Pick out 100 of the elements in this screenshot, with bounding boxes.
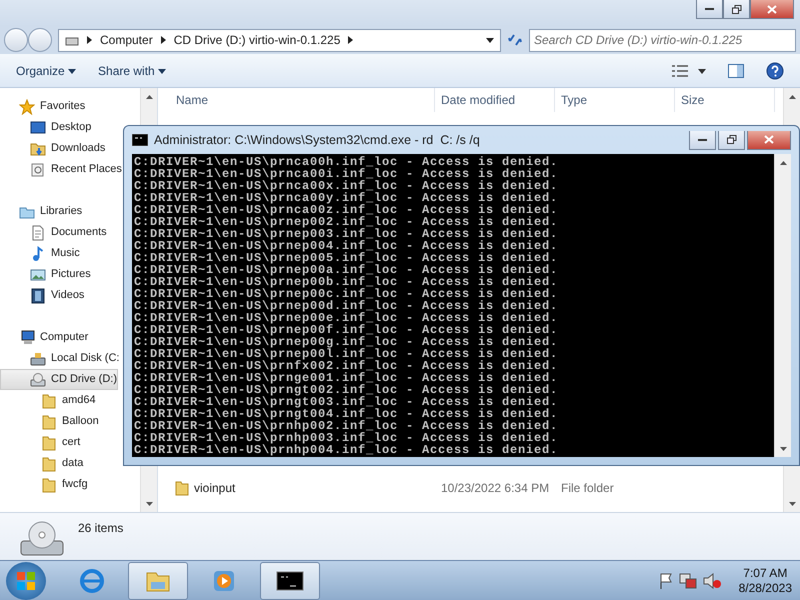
- chevron-icon: [348, 36, 354, 44]
- folder-icon: [41, 456, 57, 472]
- navigation-item[interactable]: Pictures: [0, 264, 92, 285]
- navigation-item[interactable]: Music: [0, 243, 81, 264]
- minimize-button[interactable]: [696, 0, 723, 19]
- close-button[interactable]: [747, 130, 791, 150]
- caret-icon: [698, 68, 706, 74]
- console-line: C:DRIVER~1\en-US\prngt004.inf_loc - Access is denied.: [134, 408, 558, 420]
- console-line: C:DRIVER~1\en-US\prnep00l.inf_loc - Access is denied.: [134, 348, 558, 360]
- navigation-item[interactable]: Favorites: [0, 96, 86, 117]
- minimize-button[interactable]: [689, 130, 716, 150]
- navigation-item[interactable]: Recent Places: [0, 159, 123, 180]
- document-icon: [30, 224, 46, 240]
- breadcrumb[interactable]: Computer: [100, 31, 153, 49]
- console-line: C:DRIVER~1\en-US\prnep005.inf_loc - Access is denied.: [134, 252, 558, 264]
- breadcrumb[interactable]: CD Drive (D:) virtio-win-0.1.225: [174, 31, 340, 49]
- file-name[interactable]: vioinput: [194, 478, 236, 496]
- navigation-item[interactable]: amd64: [0, 390, 97, 411]
- scroll-up-icon: [780, 160, 786, 164]
- column-header[interactable]: Size: [675, 88, 775, 112]
- scroll-down-icon: [788, 502, 796, 506]
- folder-icon: [174, 480, 190, 496]
- close-icon: [764, 135, 774, 144]
- toolbar-menu[interactable]: Organize: [10, 60, 82, 82]
- navigation-item[interactable]: Videos: [0, 285, 86, 306]
- scroll-up-icon: [146, 94, 152, 98]
- close-icon: [767, 4, 777, 14]
- column-header[interactable]: Date modified: [435, 88, 555, 112]
- navigation-item[interactable]: cert: [0, 432, 82, 453]
- console-line: C:DRIVER~1\en-US\prnep002.inf_loc - Access is denied.: [134, 216, 558, 228]
- navigation-item[interactable]: fwcfg: [0, 474, 89, 495]
- chevron-icon: [87, 36, 92, 44]
- start-button[interactable]: [6, 562, 46, 600]
- item-count: 26 items: [78, 520, 124, 537]
- scroll-down-icon: [146, 502, 152, 506]
- folder-icon: [41, 414, 57, 430]
- scroll-up-icon: [788, 94, 796, 98]
- search-field[interactable]: Search CD Drive (D:) virtio-win-0.1.225: [529, 28, 796, 52]
- pane-icon: [728, 64, 744, 78]
- restore-button[interactable]: [723, 0, 750, 19]
- navigation-item[interactable]: Documents: [0, 222, 108, 243]
- list-view-icon: [672, 65, 688, 78]
- minimize-icon: [698, 138, 707, 142]
- console-line: C:DRIVER~1\en-US\prnca00y.inf_loc - Access is denied.: [134, 192, 558, 204]
- disc-drive-icon: [30, 372, 46, 388]
- volume-muted-icon: [702, 572, 721, 588]
- console-line: C:DRIVER~1\en-US\prnca00x.inf_loc - Access is denied.: [134, 180, 558, 192]
- restore-icon: [732, 4, 742, 14]
- console-line: C:DRIVER~1\en-US\prnfx002.inf_loc - Access is denied.: [134, 360, 558, 372]
- toolbar-menu[interactable]: Share with: [92, 60, 172, 82]
- console-line: C:DRIVER~1\en-US\prnep00f.inf_loc - Access is denied.: [134, 324, 558, 336]
- scroll-down-icon: [780, 446, 786, 450]
- navigation-item[interactable]: CD Drive (D:): [0, 369, 118, 390]
- console-line: C:DRIVER~1\en-US\prnhp002.inf_loc - Access is denied.: [134, 420, 558, 432]
- picture-icon: [30, 266, 46, 282]
- console-line: C:DRIVER~1\en-US\prngt002.inf_loc - Access is denied.: [134, 384, 558, 396]
- computer-icon: [19, 330, 35, 346]
- console-line: C:DRIVER~1\en-US\prnca00h.inf_loc - Access is denied.: [134, 156, 558, 168]
- console-line: C:DRIVER~1\en-US\prnep00b.inf_loc - Access is denied.: [134, 276, 558, 288]
- date-modified: 10/23/2022 6:34 PM: [440, 480, 550, 496]
- console-line: C:DRIVER~1\en-US\prnep00e.inf_loc - Access is denied.: [134, 312, 558, 324]
- network-icon: [678, 572, 697, 588]
- dropdown-icon: [486, 38, 494, 42]
- console-line: C:DRIVER~1\en-US\prnca00z.inf_loc - Access is denied.: [134, 204, 558, 216]
- console-line: C:DRIVER~1\en-US\prnhp004.inf_loc - Access is denied.: [134, 444, 558, 456]
- console-icon: [132, 134, 148, 146]
- restore-icon: [726, 135, 736, 144]
- navigation-item[interactable]: Balloon: [0, 411, 100, 432]
- console-line: C:DRIVER~1\en-US\prnep00c.inf_loc - Access is denied.: [134, 288, 558, 300]
- console-line: C:DRIVER~1\en-US\prnep003.inf_loc - Access is denied.: [134, 228, 558, 240]
- taskbar-button[interactable]: [260, 562, 320, 600]
- chevron-icon: [160, 36, 166, 44]
- navigation-item[interactable]: Libraries: [0, 201, 84, 222]
- close-button[interactable]: [750, 0, 794, 19]
- hard-drive-icon: [30, 350, 46, 366]
- navigation-item[interactable]: Downloads: [0, 138, 106, 159]
- navigation-item[interactable]: Computer: [0, 327, 90, 348]
- star-icon: [19, 98, 35, 114]
- clock-time: 7:07 AM: [742, 566, 788, 580]
- column-header[interactable]: Name: [174, 88, 435, 112]
- folder-icon: [41, 476, 57, 492]
- navigation-item[interactable]: data: [0, 453, 84, 474]
- clock-date: 8/28/2023: [738, 580, 792, 595]
- restore-button[interactable]: [718, 130, 745, 150]
- column-header[interactable]: Type: [555, 88, 675, 112]
- console-line: C:DRIVER~1\en-US\prnep00d.inf_loc - Access is denied.: [134, 300, 558, 312]
- windows-logo-icon: [16, 570, 36, 590]
- console-line: C:DRIVER~1\en-US\prnhp003.inf_loc - Access is denied.: [134, 432, 558, 444]
- navigation-item[interactable]: Desktop: [0, 117, 92, 138]
- film-icon: [30, 288, 46, 304]
- browser-icon: [78, 566, 106, 594]
- caret-icon: [68, 68, 76, 74]
- folder-icon: [41, 434, 57, 450]
- folder-icon: [41, 392, 57, 408]
- file-type: File folder: [560, 480, 614, 496]
- caret-icon: [158, 68, 166, 74]
- window-title: Administrator: C:\Windows\System32\cmd.exe - rd C: /s /q: [154, 132, 480, 149]
- flag-icon: [658, 572, 673, 588]
- address-bar[interactable]: Computer CD Drive (D:) virtio-win-0.1.225: [58, 28, 501, 52]
- navigation-item[interactable]: Local Disk (C:: [0, 348, 120, 369]
